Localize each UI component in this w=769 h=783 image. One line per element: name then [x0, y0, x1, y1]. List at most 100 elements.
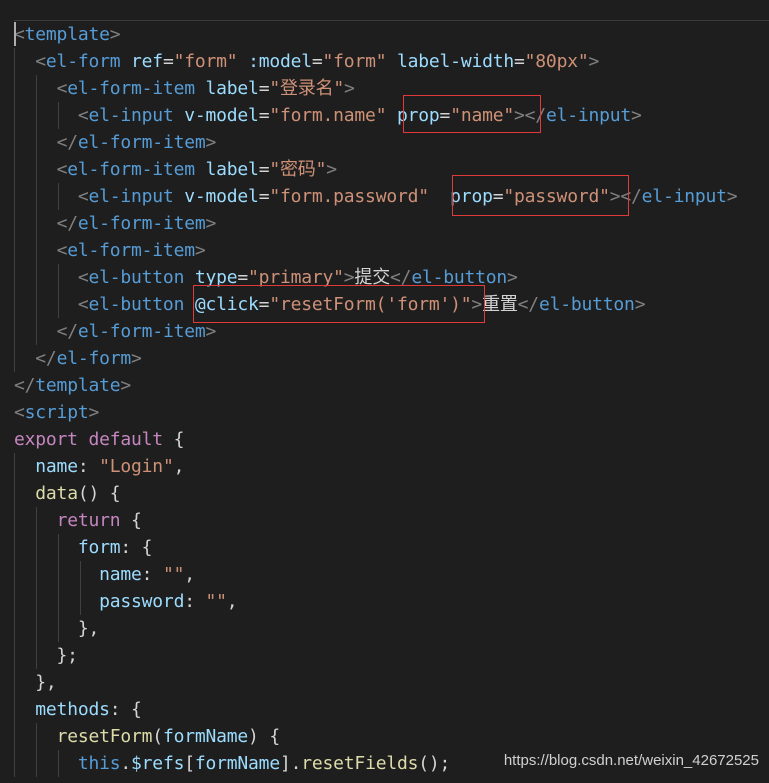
code-token-str: "form.password": [269, 186, 429, 207]
code-token-attr: name: [35, 456, 78, 477]
code-editor[interactable]: <template> <el-form ref="form" :model="f…: [0, 0, 769, 783]
code-line[interactable]: data() {: [14, 480, 120, 507]
code-token-str: "form": [173, 51, 238, 72]
code-token-str: "form": [322, 51, 387, 72]
code-token-text: [: [184, 753, 195, 774]
code-token-text: =: [162, 51, 174, 72]
code-line[interactable]: <template>: [14, 21, 121, 48]
code-token-text: 重置: [482, 294, 518, 315]
code-line[interactable]: form: {: [14, 534, 153, 561]
code-line[interactable]: },: [14, 615, 99, 642]
code-token-tag: el-button: [88, 267, 185, 288]
code-line[interactable]: };: [14, 642, 78, 669]
code-token-str: "登录名": [269, 78, 345, 99]
code-line[interactable]: password: "",: [14, 588, 238, 615]
code-line[interactable]: </el-form>: [14, 345, 142, 372]
code-token-attr: label: [205, 159, 259, 180]
code-token-tag: el-input: [545, 105, 632, 126]
code-token-tag: el-form: [56, 348, 132, 369]
code-token-str: "form.name": [269, 105, 387, 126]
code-token-tag: el-form-item: [67, 240, 195, 261]
code-token-attr: name: [99, 564, 142, 585]
code-line[interactable]: <el-form-item>: [14, 237, 206, 264]
code-token-tag: el-input: [88, 105, 174, 126]
code-token-tag: el-form-item: [77, 132, 206, 153]
highlight-box-prop-name: [403, 95, 541, 133]
code-line[interactable]: <script>: [14, 399, 99, 426]
code-token-br: >: [109, 24, 121, 45]
code-line[interactable]: </template>: [14, 372, 131, 399]
code-line[interactable]: </el-form-item>: [14, 318, 217, 345]
code-token-tag: el-form: [45, 51, 121, 72]
code-token-tag: template: [35, 375, 121, 396]
code-line[interactable]: </el-form-item>: [14, 129, 217, 156]
code-token-fn: data: [35, 483, 78, 504]
code-line[interactable]: <el-input v-model="form.name" prop="name…: [14, 102, 642, 129]
code-token-br: <: [35, 51, 46, 72]
code-token-attr: password: [99, 591, 185, 612]
code-line[interactable]: export default {: [14, 426, 184, 453]
code-token-br: >: [131, 348, 142, 369]
code-token-tag: el-input: [641, 186, 727, 207]
code-token-text: },: [14, 618, 100, 639]
code-line[interactable]: <el-form-item label="登录名">: [14, 75, 355, 102]
code-token-text: };: [14, 645, 78, 666]
code-token-text: =: [258, 78, 270, 99]
code-line[interactable]: methods: {: [14, 696, 142, 723]
code-token-br: >: [507, 267, 518, 288]
code-token-br: >: [326, 159, 337, 180]
text-cursor: [14, 22, 16, 46]
code-token-br: <: [77, 186, 89, 207]
code-token-br: >: [194, 240, 206, 261]
code-line[interactable]: <el-form ref="form" :model="form" label-…: [14, 48, 599, 75]
code-token-text: :: [77, 456, 100, 477]
code-token-text: =: [258, 105, 270, 126]
code-token-text: ,: [226, 591, 238, 612]
code-token-text: {: [120, 510, 142, 531]
code-token-text: .: [120, 753, 132, 774]
code-line[interactable]: this.$refs[formName].resetFields();: [14, 750, 451, 777]
code-line[interactable]: },: [14, 669, 56, 696]
code-token-tag: el-input: [88, 186, 174, 207]
code-token-tag: el-form-item: [67, 78, 195, 99]
code-token-text: :: [141, 564, 163, 585]
code-token-tag: template: [24, 24, 110, 45]
code-line[interactable]: </el-form-item>: [14, 210, 217, 237]
code-line[interactable]: return {: [14, 507, 142, 534]
code-token-attr: formName: [194, 753, 280, 774]
code-token-attr: ref: [131, 51, 163, 72]
code-token-tag: el-button: [538, 294, 635, 315]
code-line[interactable]: resetForm(formName) {: [14, 723, 281, 750]
code-token-attr: :model: [248, 51, 312, 72]
code-line[interactable]: name: "Login",: [14, 453, 184, 480]
editor-top-border: [14, 20, 769, 21]
code-token-tag: el-form-item: [67, 159, 195, 180]
code-token-kw: return: [56, 510, 121, 531]
code-token-br: >: [205, 321, 217, 342]
code-line[interactable]: name: "",: [14, 561, 195, 588]
code-token-br: <: [56, 159, 68, 180]
code-token-br: >: [634, 294, 646, 315]
code-line[interactable]: <el-form-item label="密码">: [14, 156, 337, 183]
code-token-text: (: [152, 726, 163, 747]
code-token-text: ,: [173, 456, 185, 477]
code-token-tag: el-form-item: [77, 321, 206, 342]
